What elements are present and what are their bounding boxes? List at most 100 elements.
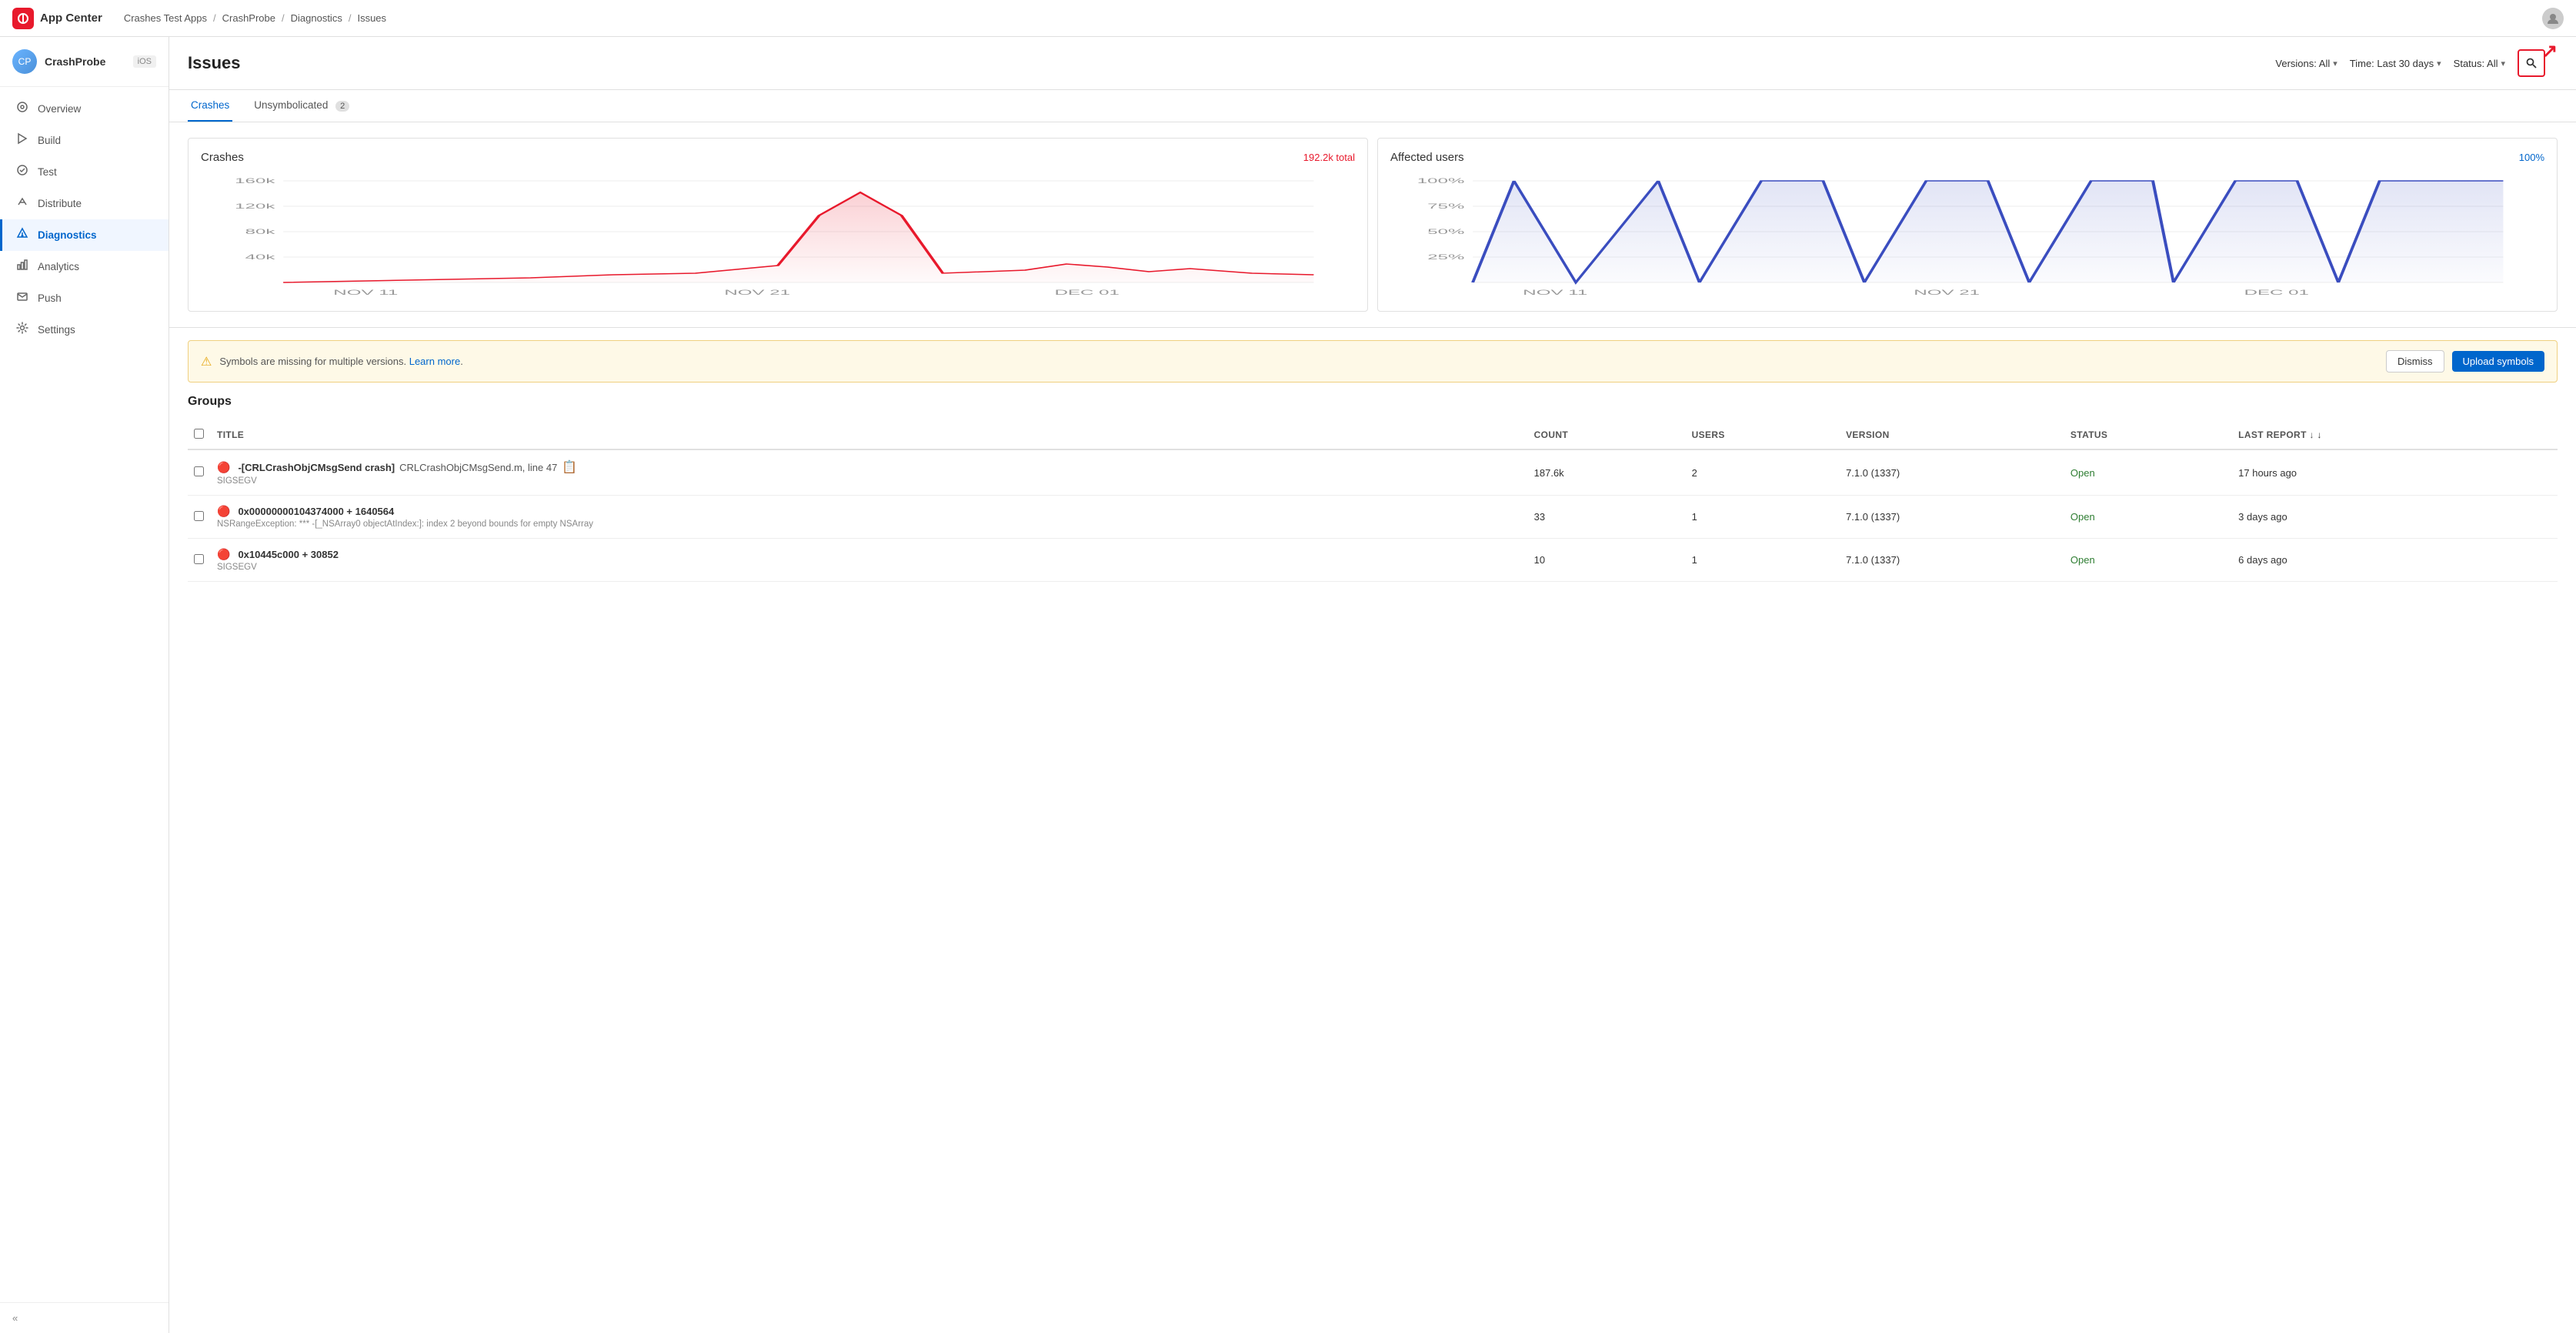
error-icon: 🔴 [217, 461, 230, 474]
affected-users-chart-title: Affected users [1390, 151, 1464, 164]
clipboard-icon[interactable]: 📋 [562, 459, 577, 475]
count-column-header: Count [1528, 421, 1686, 449]
sidebar-item-settings[interactable]: Settings [0, 314, 169, 346]
affected-users-chart: Affected users 100% 100% 75% 50% 25% [1377, 138, 2558, 312]
svg-text:25%: 25% [1427, 253, 1464, 261]
sidebar-item-analytics[interactable]: Analytics [0, 251, 169, 282]
svg-text:NOV 11: NOV 11 [333, 289, 398, 296]
breadcrumb-item-3[interactable]: Diagnostics [291, 12, 342, 24]
sidebar-label-settings: Settings [38, 324, 75, 336]
row-version: 7.1.0 (1337) [1840, 449, 2064, 496]
tab-crashes[interactable]: Crashes [188, 90, 232, 122]
row-count: 187.6k [1528, 449, 1686, 496]
logo-icon [12, 8, 34, 29]
row-checkbox[interactable] [194, 466, 204, 476]
upload-symbols-button[interactable]: Upload symbols [2452, 351, 2545, 372]
learn-more-link[interactable]: Learn more [409, 356, 460, 367]
charts-area: Crashes 192.2k total 160k 120k 80k 40k [169, 122, 2576, 328]
status-filter[interactable]: Status: All ▾ [2454, 58, 2505, 69]
crashes-chart: Crashes 192.2k total 160k 120k 80k 40k [188, 138, 1368, 312]
crash-title-bold: 0x00000000104374000 + 1640564 [238, 506, 394, 517]
row-last-report: 3 days ago [2232, 496, 2558, 539]
sidebar: CP CrashProbe iOS Overview Build [0, 37, 169, 1333]
row-status: Open [2064, 539, 2232, 582]
time-filter[interactable]: Time: Last 30 days ▾ [2350, 58, 2441, 69]
search-button[interactable] [2518, 49, 2545, 77]
last-report-column-header[interactable]: Last report ↓ [2232, 421, 2558, 449]
tab-unsymbolicated[interactable]: Unsymbolicated 2 [251, 90, 352, 122]
sidebar-app-header: CP CrashProbe iOS [0, 37, 169, 87]
breadcrumb-item-1[interactable]: Crashes Test Apps [124, 12, 207, 24]
analytics-icon [15, 259, 30, 275]
row-title-cell: 🔴 0x00000000104374000 + 1640564 NSRangeE… [211, 496, 1528, 539]
groups-title: Groups [188, 395, 2558, 409]
row-title-cell: 🔴 0x10445c000 + 30852 SIGSEGV [211, 539, 1528, 582]
svg-text:120k: 120k [235, 202, 275, 210]
sidebar-item-diagnostics[interactable]: Diagnostics [0, 219, 169, 251]
crash-subtitle: NSRangeException: *** -[_NSArray0 object… [217, 520, 1522, 529]
unsymbolicated-badge: 2 [335, 101, 349, 112]
row-last-report: 6 days ago [2232, 539, 2558, 582]
sidebar-label-diagnostics: Diagnostics [38, 229, 97, 241]
main-layout: CP CrashProbe iOS Overview Build [0, 37, 2576, 1333]
versions-filter[interactable]: Versions: All ▾ [2275, 58, 2337, 69]
top-nav-right [2542, 8, 2564, 29]
status-column-header: Status [2064, 421, 2232, 449]
warning-banner: ⚠ Symbols are missing for multiple versi… [188, 340, 2558, 383]
table-row: 🔴 -[CRLCrashObjCMsgSend crash] CRLCrashO… [188, 449, 2558, 496]
sidebar-item-build[interactable]: Build [0, 125, 169, 156]
affected-users-chart-header: Affected users 100% [1390, 151, 2544, 164]
row-last-report: 17 hours ago [2232, 449, 2558, 496]
sidebar-item-overview[interactable]: Overview [0, 93, 169, 125]
top-navbar: App Center Crashes Test Apps / CrashProb… [0, 0, 2576, 37]
collapse-icon: « [12, 1312, 18, 1324]
table-row: 🔴 0x10445c000 + 30852 SIGSEGV 10 1 7.1.0… [188, 539, 2558, 582]
app-icon: CP [12, 49, 37, 74]
svg-text:DEC 01: DEC 01 [1055, 289, 1119, 296]
content-header: Issues Versions: All ▾ Time: Last 30 day… [169, 37, 2576, 90]
svg-text:100%: 100% [1417, 177, 1465, 185]
row-checkbox[interactable] [194, 511, 204, 521]
row-users: 1 [1686, 496, 1840, 539]
error-icon: 🔴 [217, 548, 230, 561]
sidebar-label-test: Test [38, 166, 57, 178]
affected-users-chart-total: 100% [2519, 152, 2544, 163]
row-checkbox[interactable] [194, 554, 204, 564]
row-checkbox-cell[interactable] [188, 449, 211, 496]
app-name-label: App Center [40, 12, 102, 25]
svg-text:80k: 80k [245, 228, 276, 236]
versions-chevron-icon: ▾ [2333, 58, 2337, 68]
crash-subtitle: SIGSEGV [217, 476, 1522, 486]
row-version: 7.1.0 (1337) [1840, 539, 2064, 582]
select-all-checkbox[interactable] [194, 429, 204, 439]
crash-subtitle: SIGSEGV [217, 563, 1522, 572]
svg-text:DEC 01: DEC 01 [2244, 289, 2309, 296]
breadcrumb-item-4[interactable]: Issues [357, 12, 386, 24]
sidebar-label-push: Push [38, 292, 62, 304]
sidebar-item-test[interactable]: Test [0, 156, 169, 188]
svg-text:NOV 21: NOV 21 [724, 289, 790, 296]
sidebar-item-distribute[interactable]: Distribute [0, 188, 169, 219]
sidebar-item-push[interactable]: Push [0, 282, 169, 314]
select-all-header[interactable] [188, 421, 211, 449]
push-icon [15, 290, 30, 306]
sidebar-app-name: CrashProbe [45, 55, 105, 68]
sidebar-collapse-button[interactable]: « [0, 1302, 169, 1333]
test-icon [15, 164, 30, 180]
row-users: 1 [1686, 539, 1840, 582]
app-logo[interactable]: App Center [12, 8, 102, 29]
distribute-icon [15, 195, 30, 212]
crash-title-bold: -[CRLCrashObjCMsgSend crash] [238, 462, 395, 473]
row-users: 2 [1686, 449, 1840, 496]
user-avatar[interactable] [2542, 8, 2564, 29]
table-header-row: Title Count Users Version Status Last re… [188, 421, 2558, 449]
users-column-header: Users [1686, 421, 1840, 449]
breadcrumb-item-2[interactable]: CrashProbe [222, 12, 275, 24]
row-checkbox-cell[interactable] [188, 496, 211, 539]
svg-text:40k: 40k [245, 253, 276, 261]
svg-text:NOV 11: NOV 11 [1523, 289, 1587, 296]
svg-text:160k: 160k [235, 177, 275, 185]
row-checkbox-cell[interactable] [188, 539, 211, 582]
dismiss-button[interactable]: Dismiss [2386, 350, 2444, 373]
main-content: Issues Versions: All ▾ Time: Last 30 day… [169, 37, 2576, 1333]
